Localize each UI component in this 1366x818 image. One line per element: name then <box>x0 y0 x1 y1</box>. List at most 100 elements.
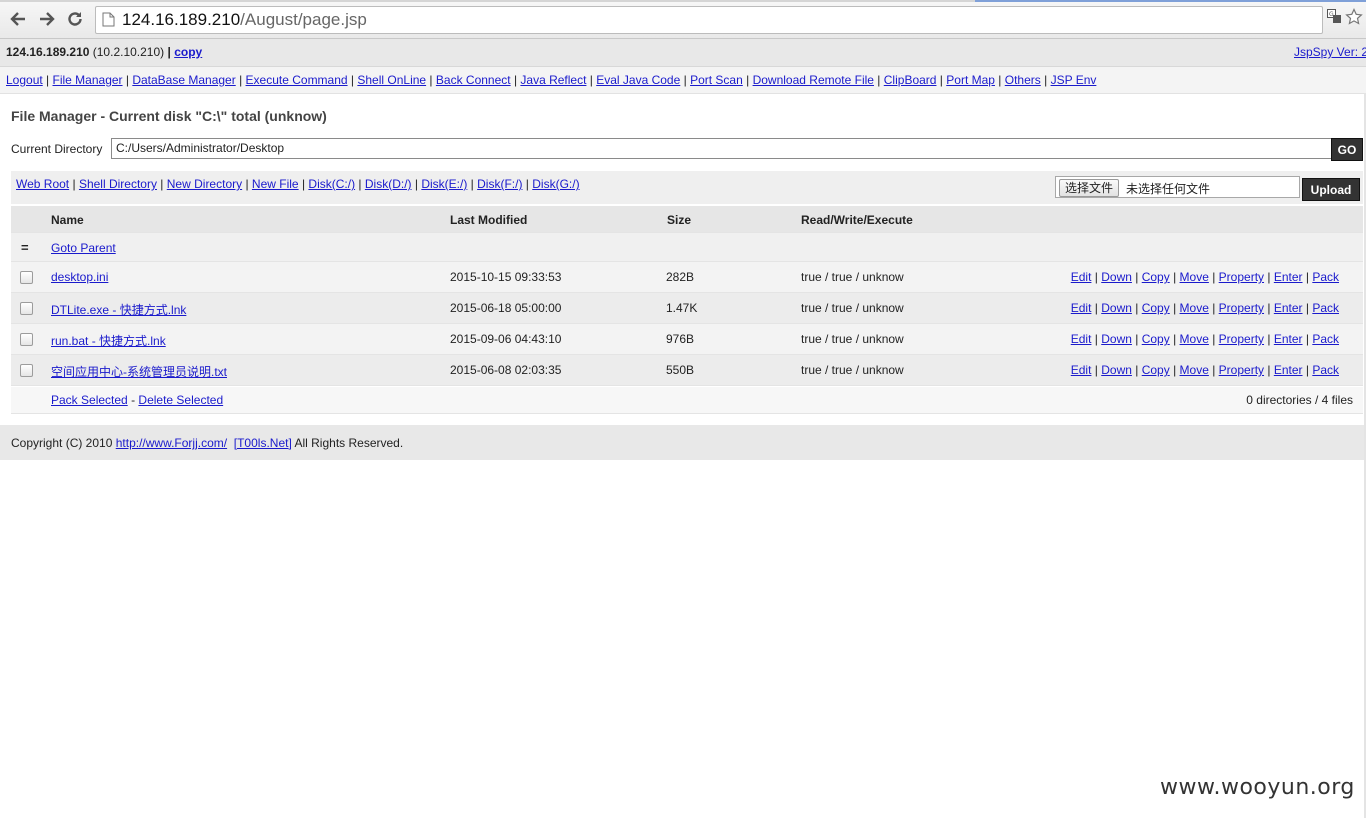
file-checkbox[interactable] <box>20 364 33 377</box>
menu-item-shell-online[interactable]: Shell OnLine <box>357 73 426 87</box>
toolbar-link-disk-g[interactable]: Disk(G:/) <box>532 177 579 191</box>
file-action-property[interactable]: Property <box>1219 363 1264 377</box>
file-checkbox[interactable] <box>20 302 33 315</box>
action-separator: | <box>1208 332 1219 346</box>
toolbar-link-new-file[interactable]: New File <box>252 177 299 191</box>
action-separator: | <box>1169 363 1180 377</box>
file-action-move[interactable]: Move <box>1180 301 1209 315</box>
menu-item-download-remote-file[interactable]: Download Remote File <box>753 73 874 87</box>
file-action-down[interactable]: Down <box>1101 363 1132 377</box>
file-action-enter[interactable]: Enter <box>1274 301 1303 315</box>
file-action-copy[interactable]: Copy <box>1142 332 1170 346</box>
url-host: 124.16.189.210 <box>122 10 241 29</box>
bookmark-star-icon[interactable] <box>1345 8 1363 29</box>
file-action-property[interactable]: Property <box>1219 301 1264 315</box>
tab-strip <box>0 0 1366 2</box>
forjj-link[interactable]: http://www.Forjj.com/ <box>116 436 227 450</box>
toolbar-link-web-root[interactable]: Web Root <box>16 177 69 191</box>
back-button[interactable] <box>7 8 29 30</box>
menu-item-clipboard[interactable]: ClipBoard <box>884 73 937 87</box>
table-header: Name Last Modified Size Read/Write/Execu… <box>11 206 1363 233</box>
page-icon <box>102 12 115 30</box>
go-button[interactable]: GO <box>1331 138 1363 161</box>
reload-button[interactable] <box>64 8 86 30</box>
menu-item-logout[interactable]: Logout <box>6 73 43 87</box>
delete-selected-link[interactable]: Delete Selected <box>138 393 223 407</box>
toolbar-link-disk-d[interactable]: Disk(D:/) <box>365 177 412 191</box>
current-directory-label: Current Directory <box>11 142 103 156</box>
file-action-move[interactable]: Move <box>1180 363 1209 377</box>
table-row: DTLite.exe - 快捷方式.lnk 2015-06-18 05:00:00… <box>11 293 1363 324</box>
toolbar-link-disk-e[interactable]: Disk(E:/) <box>421 177 467 191</box>
address-bar[interactable]: 124.16.189.210/August/page.jsp <box>95 6 1323 34</box>
menu-item-port-scan[interactable]: Port Scan <box>690 73 743 87</box>
file-action-pack[interactable]: Pack <box>1312 363 1339 377</box>
action-separator: | <box>1131 301 1142 315</box>
file-checkbox[interactable] <box>20 271 33 284</box>
menu-item-java-reflect[interactable]: Java Reflect <box>520 73 586 87</box>
t00ls-link[interactable]: [T00ls.Net] <box>234 436 292 450</box>
file-action-property[interactable]: Property <box>1219 270 1264 284</box>
file-action-pack[interactable]: Pack <box>1312 270 1339 284</box>
file-checkbox[interactable] <box>20 333 33 346</box>
menu-item-execute-command[interactable]: Execute Command <box>246 73 348 87</box>
menu-item-back-connect[interactable]: Back Connect <box>436 73 511 87</box>
goto-parent-link[interactable]: Goto Parent <box>51 241 116 255</box>
browser-toolbar: 124.16.189.210/August/page.jsp G <box>0 0 1366 39</box>
file-action-copy[interactable]: Copy <box>1142 363 1170 377</box>
file-action-enter[interactable]: Enter <box>1274 270 1303 284</box>
toolbar-links: Web Root | Shell Directory | New Directo… <box>16 177 580 191</box>
file-action-move[interactable]: Move <box>1180 270 1209 284</box>
file-action-down[interactable]: Down <box>1101 301 1132 315</box>
upload-button[interactable]: Upload <box>1302 178 1360 201</box>
file-action-enter[interactable]: Enter <box>1274 332 1303 346</box>
watermark: www.wooyun.org <box>1160 775 1355 800</box>
file-action-edit[interactable]: Edit <box>1071 301 1092 315</box>
file-action-enter[interactable]: Enter <box>1274 363 1303 377</box>
toolbar-separator: | <box>242 177 252 191</box>
file-action-down[interactable]: Down <box>1101 332 1132 346</box>
file-action-edit[interactable]: Edit <box>1071 363 1092 377</box>
current-directory-input[interactable]: C:/Users/Administrator/Desktop <box>111 138 1332 159</box>
translate-icon[interactable]: G <box>1327 9 1342 27</box>
toolbar-link-shell-directory[interactable]: Shell Directory <box>79 177 157 191</box>
menu-item-others[interactable]: Others <box>1005 73 1041 87</box>
menu-item-eval-java-code[interactable]: Eval Java Code <box>596 73 680 87</box>
choose-file-button[interactable]: 选择文件 <box>1059 179 1120 197</box>
file-upload-field[interactable]: 选择文件 未选择任何文件 <box>1055 176 1300 198</box>
menu-separator: | <box>122 73 133 87</box>
file-name-link[interactable]: run.bat - 快捷方式.lnk <box>51 332 166 349</box>
file-action-copy[interactable]: Copy <box>1142 270 1170 284</box>
file-action-edit[interactable]: Edit <box>1071 270 1092 284</box>
toolbar-link-disk-f[interactable]: Disk(F:/) <box>477 177 522 191</box>
file-name-link[interactable]: DTLite.exe - 快捷方式.lnk <box>51 301 186 318</box>
menu-separator: | <box>235 73 246 87</box>
file-action-edit[interactable]: Edit <box>1071 332 1092 346</box>
back-arrow-icon <box>10 12 25 26</box>
file-action-pack[interactable]: Pack <box>1312 301 1339 315</box>
menu-item-port-map[interactable]: Port Map <box>946 73 995 87</box>
forward-button[interactable] <box>36 8 58 30</box>
file-size: 976B <box>666 332 695 346</box>
version-link[interactable]: JspSpy Ver: 2 <box>1294 45 1366 59</box>
pack-selected-link[interactable]: Pack Selected <box>51 393 128 407</box>
file-action-property[interactable]: Property <box>1219 332 1264 346</box>
copyright-bar: Copyright (C) 2010 http://www.Forjj.com/… <box>0 425 1366 460</box>
menu-item-file-manager[interactable]: File Manager <box>53 73 123 87</box>
file-action-down[interactable]: Down <box>1101 270 1132 284</box>
menu-item-jsp-env[interactable]: JSP Env <box>1051 73 1097 87</box>
toolbar-link-disk-c[interactable]: Disk(C:/) <box>308 177 355 191</box>
version-text[interactable]: JspSpy Ver: 2 <box>1294 45 1366 59</box>
action-separator: | <box>1091 363 1102 377</box>
copy-link[interactable]: copy <box>174 45 202 59</box>
toolbar-link-new-directory[interactable]: New Directory <box>167 177 242 191</box>
file-name-link[interactable]: 空间应用中心-系统管理员说明.txt <box>51 363 227 380</box>
file-action-copy[interactable]: Copy <box>1142 301 1170 315</box>
file-action-pack[interactable]: Pack <box>1312 332 1339 346</box>
action-separator: | <box>1091 332 1102 346</box>
goto-parent-row: = Goto Parent <box>11 233 1363 262</box>
menu-item-database-manager[interactable]: DataBase Manager <box>132 73 235 87</box>
file-actions: Edit | Down | Copy | Move | Property | E… <box>1071 363 1339 377</box>
file-action-move[interactable]: Move <box>1180 332 1209 346</box>
file-name-link[interactable]: desktop.ini <box>51 270 108 284</box>
